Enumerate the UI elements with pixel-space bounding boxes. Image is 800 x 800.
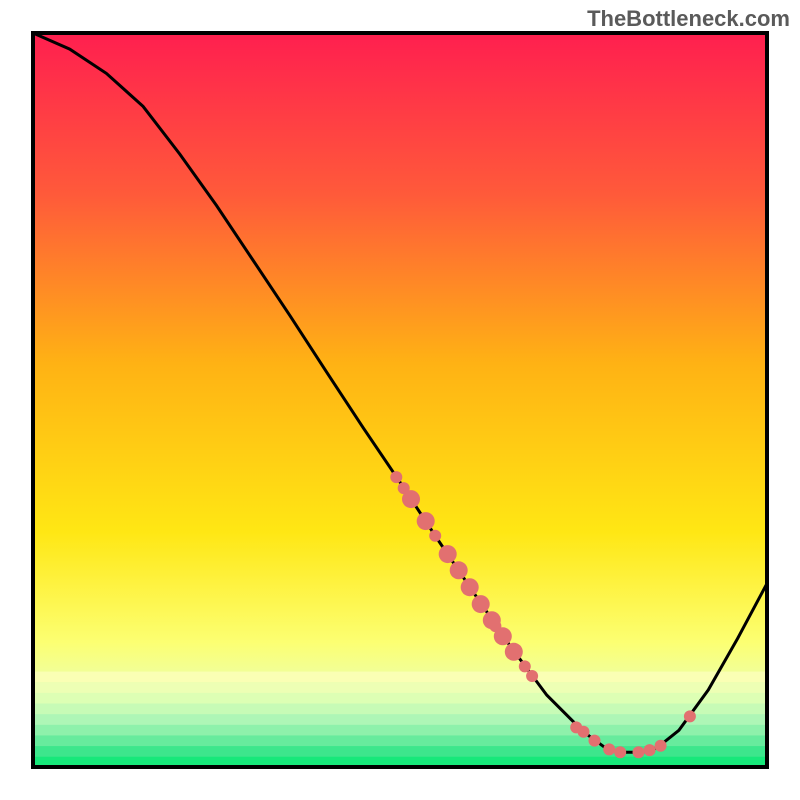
bottom-stripe — [33, 714, 767, 725]
chart-canvas: TheBottleneck.com — [0, 0, 800, 800]
chart-svg — [0, 0, 800, 800]
data-marker — [633, 746, 645, 758]
data-marker — [398, 482, 410, 494]
data-marker — [655, 740, 667, 752]
data-marker — [429, 530, 441, 542]
data-marker — [450, 561, 468, 579]
data-marker — [614, 746, 626, 758]
data-marker — [526, 670, 538, 682]
plot-background — [33, 33, 767, 767]
data-marker — [519, 660, 531, 672]
data-marker — [439, 545, 457, 563]
data-marker — [578, 726, 590, 738]
data-marker — [461, 578, 479, 596]
data-marker — [603, 743, 615, 755]
data-marker — [472, 595, 490, 613]
data-marker — [417, 512, 435, 530]
bottom-stripe — [33, 725, 767, 736]
data-marker — [684, 710, 696, 722]
bottom-stripes — [33, 672, 767, 768]
data-marker — [390, 471, 402, 483]
bottom-stripe — [33, 704, 767, 715]
data-marker — [505, 643, 523, 661]
bottom-stripe — [33, 682, 767, 693]
data-marker — [489, 620, 501, 632]
watermark-text: TheBottleneck.com — [587, 6, 790, 32]
data-marker — [644, 744, 656, 756]
bottom-stripe — [33, 693, 767, 704]
data-marker — [589, 735, 601, 747]
bottom-stripe — [33, 672, 767, 683]
